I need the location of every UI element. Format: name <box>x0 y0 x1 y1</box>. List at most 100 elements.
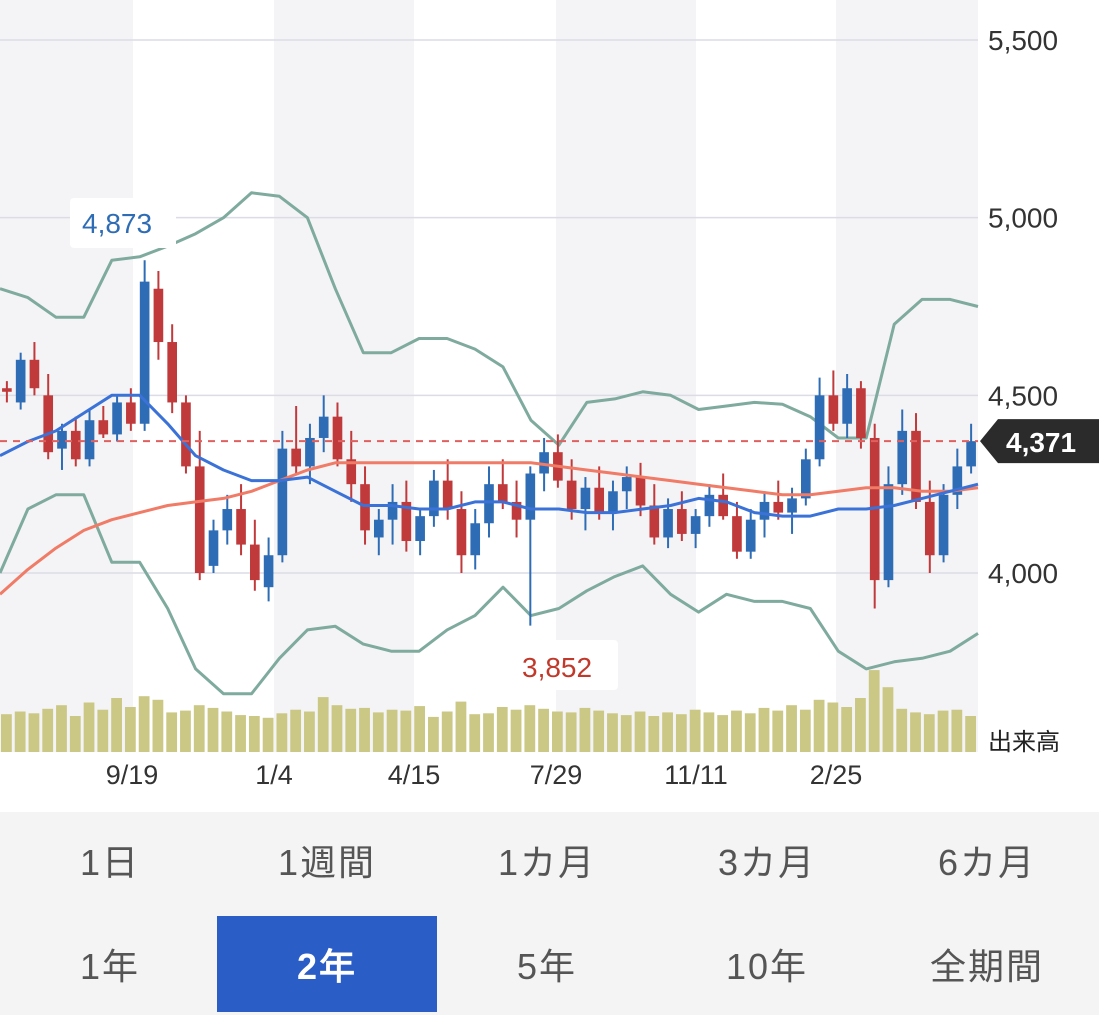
x-tick-label: 11/11 <box>664 760 728 790</box>
candle-body <box>566 480 577 510</box>
volume-bar <box>882 687 894 752</box>
volume-bar <box>827 702 839 752</box>
candle-body <box>57 430 67 449</box>
candle-body <box>277 448 288 556</box>
volume-bar <box>180 710 191 752</box>
volume-bar <box>855 698 866 752</box>
candle-body <box>194 466 205 573</box>
candle-body <box>250 544 260 581</box>
candle-body <box>635 477 646 506</box>
volume-bar <box>1 714 12 752</box>
x-tick-label: 2/25 <box>810 760 863 790</box>
volume-bar <box>799 709 811 752</box>
candle-body <box>415 516 425 542</box>
candle-body <box>525 473 536 520</box>
candle-body <box>745 519 756 552</box>
shade-band <box>836 0 978 752</box>
volume-bar <box>703 712 715 752</box>
candle-body <box>126 402 136 424</box>
volume-bar <box>331 705 343 752</box>
volume-bar <box>593 710 605 752</box>
volume-bar <box>620 715 632 752</box>
candle-body <box>883 484 894 581</box>
shade-band <box>556 0 696 752</box>
period-button-3m[interactable]: 3カ月 <box>657 812 877 908</box>
volume-bar <box>758 707 770 752</box>
volume-bar <box>524 705 536 752</box>
candle-body <box>305 437 315 467</box>
volume-bar <box>813 699 825 752</box>
candle-body <box>718 494 728 517</box>
volume-bar <box>896 708 908 752</box>
volume-bar <box>483 713 494 752</box>
candle-body <box>263 555 274 588</box>
volume-bar <box>786 705 797 752</box>
volume-bar <box>317 697 329 752</box>
candle-body <box>442 480 453 510</box>
period-button-1d[interactable]: 1日 <box>0 812 220 908</box>
candle-body <box>236 509 246 545</box>
candle-body <box>318 416 329 438</box>
volume-bar <box>414 706 426 752</box>
period-button-1m[interactable]: 1カ月 <box>437 812 657 908</box>
candle-body <box>497 484 508 502</box>
candle-body <box>15 359 26 403</box>
volume-bar <box>607 713 618 752</box>
volume-bar <box>965 716 976 752</box>
candle-body <box>167 342 178 403</box>
volume-bar <box>235 715 246 752</box>
volume-bar <box>152 699 164 752</box>
candle-body <box>787 498 797 513</box>
volume-bar <box>428 716 439 752</box>
period-button-1w[interactable]: 1週間 <box>217 812 437 908</box>
candle-body <box>360 484 370 531</box>
volume-bar <box>221 711 233 752</box>
x-tick-label: 4/15 <box>388 760 441 790</box>
candle-body <box>649 505 660 538</box>
volume-bar <box>248 716 260 752</box>
volume-bar <box>923 714 935 752</box>
candle-body <box>663 509 673 538</box>
volume-bar <box>510 709 522 752</box>
candle-body <box>43 395 54 453</box>
candle-body <box>732 516 742 552</box>
candle-body <box>222 509 233 531</box>
period-button-all[interactable]: 全期間 <box>877 916 1097 1012</box>
y-tick-label: 4,500 <box>988 380 1058 411</box>
period-button-1y[interactable]: 1年 <box>0 916 220 1012</box>
volume-bar <box>166 712 178 752</box>
volume-bar <box>937 710 949 752</box>
volume-bar <box>455 701 467 752</box>
candle-body <box>621 477 632 492</box>
high-price-label: 4,873 <box>82 208 152 239</box>
x-tick-label: 7/29 <box>530 760 583 790</box>
volume-bar <box>111 698 122 752</box>
candle-body <box>966 441 976 467</box>
candle-body <box>208 530 219 566</box>
current-price-label: 4,371 <box>1006 427 1076 458</box>
period-button-6m[interactable]: 6カ月 <box>877 812 1097 908</box>
volume-bar <box>56 705 67 752</box>
period-selector: 1日 1週間 1カ月 3カ月 6カ月 1年 2年 5年 10年 全期間 <box>0 812 1099 1015</box>
candle-body <box>456 509 467 556</box>
period-button-5y[interactable]: 5年 <box>437 916 657 1012</box>
candle-body <box>677 509 687 534</box>
candle-body <box>594 487 605 513</box>
candlestick-chart-svg: 4,371 4,873 3,852 5,500 5,000 4,500 4,000 出来高 9… <box>0 0 1099 790</box>
candle-body <box>153 288 164 343</box>
period-button-2y[interactable]: 2年 <box>217 916 437 1012</box>
volume-bar <box>551 711 563 752</box>
volume-bar <box>634 711 646 752</box>
candle-body <box>690 516 701 534</box>
volume-bar <box>304 711 315 752</box>
y-tick-label: 4,000 <box>988 558 1058 589</box>
volume-bar <box>372 712 384 752</box>
candle-body <box>429 480 439 517</box>
volume-bar <box>124 707 136 752</box>
period-button-10y[interactable]: 10年 <box>657 916 877 1012</box>
volume-bar <box>262 717 274 752</box>
x-tick-label: 1/4 <box>255 760 293 790</box>
volume-bar <box>910 712 921 752</box>
candle-body <box>29 359 40 389</box>
candle-body <box>608 491 618 513</box>
